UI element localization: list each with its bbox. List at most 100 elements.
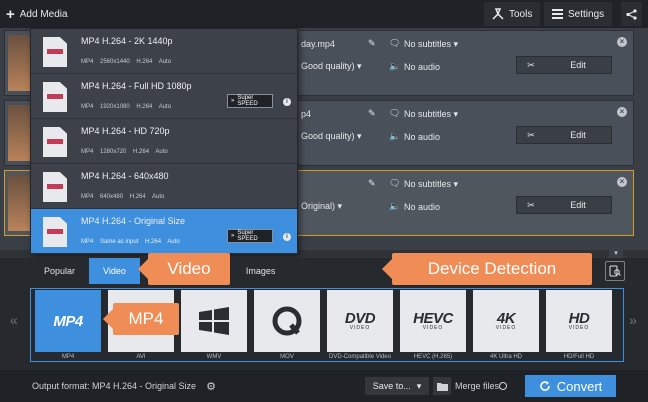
format-label: HEVC (H.265) <box>413 354 453 360</box>
preset-option[interactable]: MP4 H.264 - 640x480 MP4 640x480 H.264 Au… <box>31 164 297 209</box>
audio-icon: 🔈 <box>389 201 401 211</box>
remove-file-icon[interactable]: × <box>617 37 627 47</box>
preset-option-selected[interactable]: MP4 H.264 - Original Size MP4 Same as in… <box>31 209 297 254</box>
save-to-select[interactable]: Save to... ▾ <box>365 377 429 395</box>
audio-select[interactable]: No audio <box>404 62 440 72</box>
subtitles-select[interactable]: No subtitles ▾ <box>404 179 458 190</box>
file-icon <box>43 127 67 157</box>
remove-file-icon[interactable]: × <box>617 177 627 187</box>
preset-option[interactable]: MP4 H.264 - HD 720p MP4 1280x720 H.264 A… <box>31 119 297 164</box>
pen-icon[interactable]: ✎ <box>368 108 376 119</box>
info-icon[interactable]: i <box>283 98 291 106</box>
video-thumbnail <box>8 35 32 91</box>
format-label: WMV <box>206 354 222 360</box>
tools-label: Tools <box>509 8 533 20</box>
output-format-label: Output format: MP4 H.264 - Original Size <box>32 381 197 391</box>
preset-option[interactable]: MP4 H.264 - 2K 1440p MP4 2560x1440 H.264… <box>31 29 297 74</box>
top-toolbar: + Add Media Tools Settings <box>0 0 648 28</box>
quicktime-icon <box>254 290 320 352</box>
preset-specs: MP4 2560x1440 H.264 Auto <box>81 59 172 65</box>
info-icon[interactable]: i <box>283 233 291 241</box>
format-dvd[interactable]: DVD VIDEO DVD-Compatible Video <box>327 290 393 360</box>
pen-icon[interactable]: ✎ <box>368 38 376 49</box>
file-icon <box>43 82 67 112</box>
format-label: AVI <box>136 354 146 360</box>
tools-button[interactable]: Tools <box>484 2 541 26</box>
format-tile-sub: VIDEO <box>349 325 371 331</box>
preset-specs: MP4 640x480 H.264 Auto <box>81 194 165 200</box>
video-callout: Video <box>138 253 230 285</box>
preset-specs: MP4 1280x720 H.264 Auto <box>81 149 168 155</box>
subtitles-select[interactable]: No subtitles ▾ <box>404 39 458 50</box>
quality-label: Good quality) <box>301 131 355 141</box>
windows-icon <box>181 290 247 352</box>
tab-video[interactable]: Video <box>89 258 140 284</box>
format-hevc[interactable]: HEVC VIDEO HEVC (H.265) <box>400 290 466 360</box>
convert-label: Convert <box>556 378 603 394</box>
format-tile-sub: VIDEO <box>422 325 444 331</box>
fast-forward-icon: » <box>231 233 235 239</box>
add-media-button[interactable]: + Add Media <box>6 5 68 23</box>
remove-file-icon[interactable]: × <box>617 107 627 117</box>
edit-button[interactable]: ✂ Edit <box>516 56 612 74</box>
scroll-left-icon[interactable]: « <box>10 312 18 328</box>
plus-icon: + <box>6 5 15 23</box>
subtitles-label: No subtitles <box>404 179 452 189</box>
tab-popular[interactable]: Popular <box>30 258 89 284</box>
audio-select[interactable]: No audio <box>404 202 440 212</box>
subtitles-label: No subtitles <box>404 109 452 119</box>
subtitles-icon: 🗨 <box>389 108 401 118</box>
audio-select[interactable]: No audio <box>404 132 440 142</box>
bottom-bar: Output format: MP4 H.264 - Original Size… <box>0 370 648 402</box>
scissors-icon: ✂ <box>527 199 535 210</box>
format-tile-text: 4K <box>496 310 516 327</box>
quality-select[interactable]: Original) ▾ <box>301 201 342 212</box>
merge-files-label: Merge files: <box>455 381 502 391</box>
preset-option[interactable]: MP4 H.264 - Full HD 1080p MP4 1920x1080 … <box>31 74 297 119</box>
format-4k[interactable]: 4K VIDEO 4K Ultra HD <box>473 290 539 360</box>
scroll-right-icon[interactable]: » <box>629 312 637 328</box>
edit-button[interactable]: ✂ Edit <box>516 196 612 214</box>
device-detection-icon[interactable] <box>605 261 625 281</box>
share-icon <box>626 8 637 20</box>
gear-icon[interactable]: ⚙ <box>203 378 219 394</box>
convert-button[interactable]: Convert <box>525 375 616 397</box>
add-media-label: Add Media <box>19 8 68 20</box>
subtitles-select[interactable]: No subtitles ▾ <box>404 109 458 120</box>
format-hd[interactable]: HD VIDEO HD/Full HD <box>546 290 612 360</box>
superspeed-badge: » Super SPEED <box>227 229 273 243</box>
collapse-panel-icon[interactable]: ▾ <box>609 250 623 258</box>
quality-label: Good quality) <box>301 61 355 71</box>
superspeed-line2: SPEED <box>237 101 258 107</box>
format-mov[interactable]: MOV <box>254 290 320 360</box>
tools-icon <box>492 8 504 20</box>
edit-label: Edit <box>570 200 586 210</box>
preset-specs: MP4 Same as input H.264 Auto <box>81 239 180 245</box>
file-name: day.mp4 <box>301 39 335 49</box>
format-mp4[interactable]: MP4 MP4 <box>35 290 101 360</box>
preset-specs: MP4 1920x1080 H.264 Auto <box>81 104 172 110</box>
edit-button[interactable]: ✂ Edit <box>516 126 612 144</box>
quality-select[interactable]: Good quality) ▾ <box>301 61 362 72</box>
menu-icon <box>552 9 563 19</box>
quality-select[interactable]: Good quality) ▾ <box>301 131 362 142</box>
settings-button[interactable]: Settings <box>544 2 613 26</box>
tab-images[interactable]: Images <box>232 258 290 284</box>
file-name: p4 <box>301 109 312 119</box>
preset-name: MP4 H.264 - Full HD 1080p <box>81 81 192 91</box>
preset-name: MP4 H.264 - 2K 1440p <box>81 36 173 46</box>
file-icon <box>43 217 67 247</box>
format-label: HD/Full HD <box>563 354 595 360</box>
pen-icon[interactable]: ✎ <box>368 178 376 189</box>
format-label: MP4 <box>61 354 75 360</box>
superspeed-badge: » Super SPEED <box>227 94 273 108</box>
merge-files-toggle[interactable] <box>499 382 507 390</box>
video-thumbnail <box>8 105 32 161</box>
format-label: DVD-Compatible Video <box>329 354 391 360</box>
format-tile-sub: VIDEO <box>495 325 517 331</box>
save-to-label: Save to... <box>372 381 411 391</box>
chevron-down-icon: ▾ <box>416 380 422 391</box>
format-wmv[interactable]: WMV <box>181 290 247 360</box>
share-button[interactable] <box>621 2 642 26</box>
folder-icon[interactable] <box>433 377 451 395</box>
